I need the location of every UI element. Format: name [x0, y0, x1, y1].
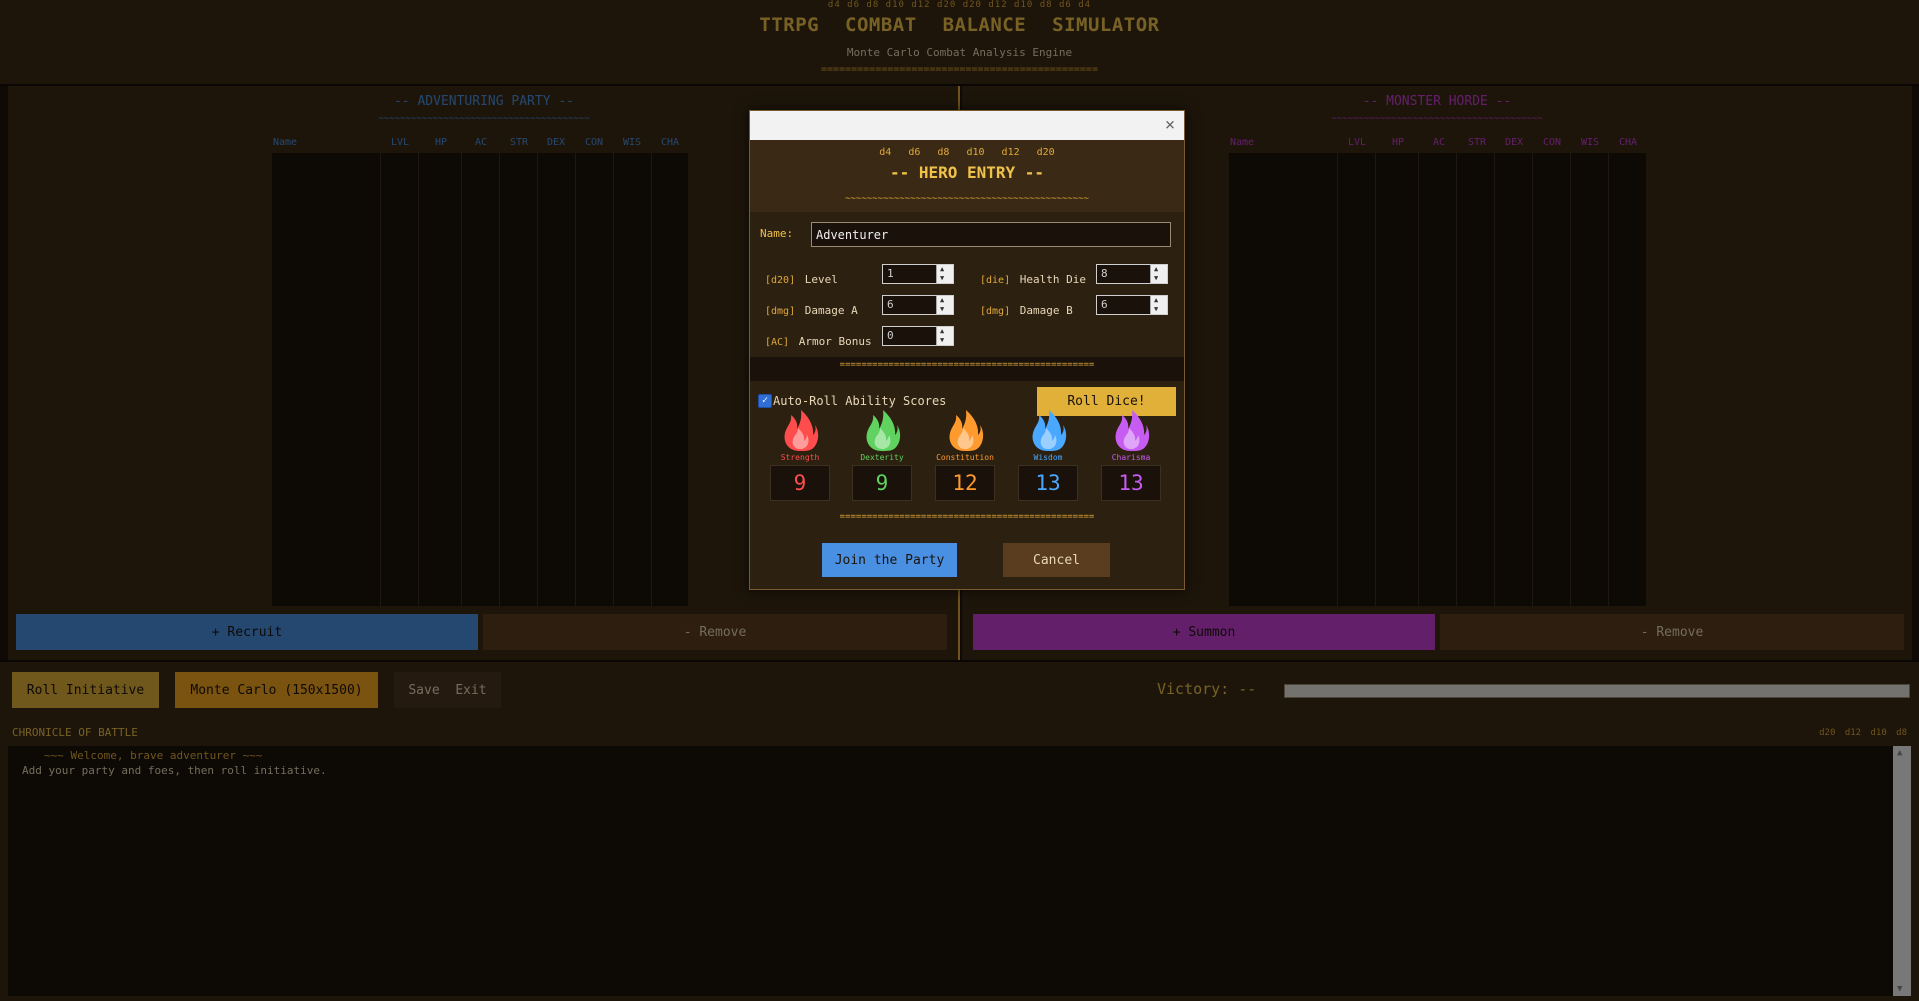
stepper-down-icon[interactable]: ▼ [1154, 274, 1158, 282]
damage-b-tag: [dmg] [980, 306, 1011, 317]
armor-bonus-field-label: [AC] Armor Bonus [765, 330, 872, 349]
dialog-bottom-rule: ========================================… [839, 512, 1095, 522]
dialog-dice-strip: d4 d6 d8 d10 d12 d20 [879, 147, 1055, 158]
close-icon[interactable]: × [1159, 114, 1181, 136]
stepper-down-icon[interactable]: ▼ [940, 305, 944, 313]
health-die-value: 8 [1101, 267, 1108, 280]
stepper-down-icon[interactable]: ▼ [1154, 305, 1158, 313]
stepper-down-icon[interactable]: ▼ [940, 274, 944, 282]
stepper-down-icon[interactable]: ▼ [940, 336, 944, 344]
armor-bonus-label: Armor Bonus [798, 335, 872, 348]
green-flame-icon [860, 408, 904, 452]
stepper-up-icon[interactable]: ▲ [940, 265, 944, 273]
health-die-label: Health Die [1019, 273, 1086, 286]
ability-name-strength: Strength [780, 453, 820, 462]
stepper-buttons[interactable]: ▲ ▼ [936, 265, 953, 283]
ability-score-dexterity: 9 [852, 465, 912, 501]
red-flame-icon [778, 408, 822, 452]
level-stepper[interactable]: 1 ▲ ▼ [882, 264, 954, 284]
damage-b-value: 6 [1101, 298, 1108, 311]
damage-a-stepper[interactable]: 6 ▲ ▼ [882, 295, 954, 315]
damage-a-label: Damage A [804, 304, 858, 317]
ability-name-constitution: Constitution [936, 453, 994, 462]
health-die-tag: [die] [980, 275, 1011, 286]
autoroll-checkbox[interactable]: ✓ [758, 394, 772, 408]
level-value: 1 [887, 267, 894, 280]
ability-score-constitution: 12 [935, 465, 995, 501]
damage-a-tag: [dmg] [765, 306, 796, 317]
blue-flame-icon [1026, 408, 1070, 452]
armor-bonus-stepper[interactable]: 0 ▲ ▼ [882, 326, 954, 346]
level-label: Level [804, 273, 838, 286]
stepper-buttons[interactable]: ▲ ▼ [936, 327, 953, 345]
armor-bonus-tag: [AC] [765, 337, 790, 348]
orange-flame-icon [943, 408, 987, 452]
dialog-title-rule: ~~~~~~~~~~~~~~~~~~~~~~~~~~~~~~~~~~~~~~~~… [845, 194, 1089, 204]
health-die-stepper[interactable]: 8 ▲ ▼ [1096, 264, 1168, 284]
ability-score-strength: 9 [770, 465, 830, 501]
stepper-up-icon[interactable]: ▲ [1154, 265, 1158, 273]
ability-score-wisdom: 13 [1018, 465, 1078, 501]
cancel-button[interactable]: Cancel [1003, 543, 1110, 577]
dialog-mid-rule: ========================================… [839, 360, 1095, 370]
stepper-up-icon[interactable]: ▲ [940, 296, 944, 304]
join-party-button[interactable]: Join the Party [822, 543, 957, 577]
ability-name-dexterity: Dexterity [860, 453, 904, 462]
stepper-buttons[interactable]: ▲ ▼ [1150, 265, 1167, 283]
level-tag: [d20] [765, 275, 796, 286]
damage-a-value: 6 [887, 298, 894, 311]
dialog-title: -- HERO ENTRY -- [889, 163, 1045, 182]
level-field-label: [d20] Level [765, 268, 838, 287]
ability-score-charisma: 13 [1101, 465, 1161, 501]
damage-b-field-label: [dmg] Damage B [980, 299, 1073, 318]
damage-a-field-label: [dmg] Damage A [765, 299, 858, 318]
dialog-titlebar [750, 111, 1184, 140]
ability-name-charisma: Charisma [1111, 453, 1151, 462]
health-die-field-label: [die] Health Die [980, 268, 1086, 287]
stepper-buttons[interactable]: ▲ ▼ [1150, 296, 1167, 314]
purple-flame-icon [1109, 408, 1153, 452]
stepper-up-icon[interactable]: ▲ [940, 327, 944, 335]
ability-name-wisdom: Wisdom [1033, 453, 1063, 462]
hero-name-input[interactable] [811, 222, 1171, 247]
name-label: Name: [760, 227, 794, 240]
stepper-buttons[interactable]: ▲ ▼ [936, 296, 953, 314]
damage-b-label: Damage B [1019, 304, 1073, 317]
armor-bonus-value: 0 [887, 329, 894, 342]
damage-b-stepper[interactable]: 6 ▲ ▼ [1096, 295, 1168, 315]
autoroll-label: Auto-Roll Ability Scores [773, 394, 947, 408]
stepper-up-icon[interactable]: ▲ [1154, 296, 1158, 304]
